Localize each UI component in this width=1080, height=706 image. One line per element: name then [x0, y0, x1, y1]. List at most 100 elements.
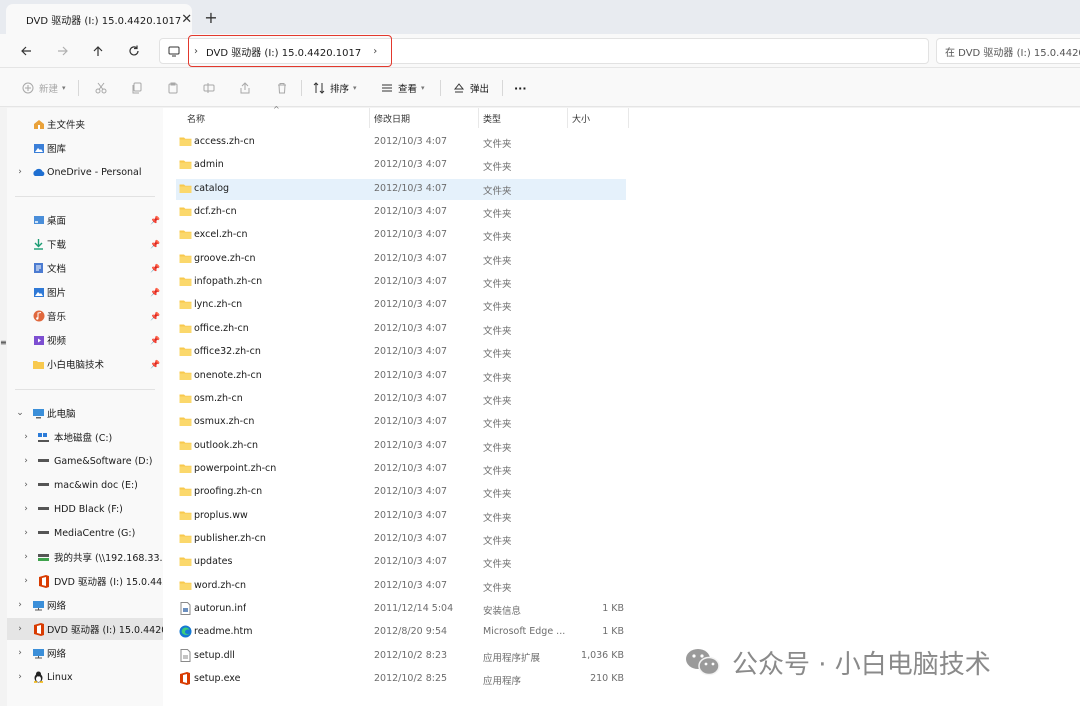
folder-icon — [32, 358, 45, 370]
column-header-date[interactable]: 修改日期 — [374, 112, 410, 125]
sidebar-item-network-share[interactable]: › 我的共享 (\\192.168.33.19 — [7, 546, 163, 568]
chevron-right-icon[interactable]: › — [21, 456, 31, 466]
sidebar-item-desktop[interactable]: 桌面 📌 — [7, 209, 163, 231]
more-options-icon[interactable]: ··· — [514, 77, 527, 99]
column-divider[interactable] — [628, 108, 629, 128]
file-row[interactable]: excel.zh-cn 2012/10/3 4:07 文件夹 — [176, 225, 626, 246]
sidebar-item-gallery[interactable]: 图库 — [7, 137, 163, 159]
sidebar-item-dvd-selected[interactable]: › DVD 驱动器 (I:) 15.0.4420.1 — [7, 618, 163, 640]
new-button[interactable]: 新建 ▾ — [22, 77, 66, 99]
paste-button[interactable] — [167, 77, 184, 99]
chevron-right-icon[interactable]: › — [21, 528, 31, 538]
cut-button[interactable] — [95, 77, 112, 99]
file-row[interactable]: dcf.zh-cn 2012/10/3 4:07 文件夹 — [176, 202, 626, 223]
chevron-right-icon[interactable]: › — [21, 480, 31, 490]
pin-icon[interactable]: 📌 — [150, 288, 160, 297]
file-row[interactable]: proplus.ww 2012/10/3 4:07 文件夹 — [176, 506, 626, 527]
search-input[interactable]: 在 DVD 驱动器 (I:) 15.0.4420.1017 — [936, 38, 1080, 64]
file-row[interactable]: infopath.zh-cn 2012/10/3 4:07 文件夹 — [176, 272, 626, 293]
chevron-right-icon[interactable]: › — [15, 672, 25, 682]
column-header-type[interactable]: 类型 — [483, 112, 501, 125]
column-divider[interactable] — [567, 108, 568, 128]
file-row[interactable]: word.zh-cn 2012/10/3 4:07 文件夹 — [176, 576, 626, 597]
pin-icon[interactable]: 📌 — [150, 336, 160, 345]
rename-button[interactable] — [203, 77, 220, 99]
chevron-right-icon[interactable]: › — [15, 600, 25, 610]
file-name: outlook.zh-cn — [194, 439, 259, 451]
column-divider[interactable] — [478, 108, 479, 128]
file-type: 文件夹 — [483, 582, 512, 594]
view-button[interactable]: 查看 ▾ — [381, 77, 425, 99]
file-row[interactable]: setup.exe 2012/10/2 8:25 应用程序 210 KB — [176, 669, 626, 690]
delete-button[interactable] — [276, 77, 293, 99]
file-row[interactable]: powerpoint.zh-cn 2012/10/3 4:07 文件夹 — [176, 459, 626, 480]
sidebar-item-documents[interactable]: 文档 📌 — [7, 257, 163, 279]
arrow-right-icon — [58, 46, 68, 56]
sort-button[interactable]: 排序 ▾ — [313, 77, 357, 99]
chevron-right-icon[interactable]: › — [21, 504, 31, 514]
pin-icon[interactable]: 📌 — [150, 240, 160, 249]
pin-icon[interactable]: 📌 — [150, 264, 160, 273]
chevron-right-icon[interactable]: › — [15, 624, 25, 634]
sidebar-item-videos[interactable]: 视频 📌 — [7, 329, 163, 351]
chevron-right-icon[interactable]: › — [15, 167, 25, 177]
file-row[interactable]: setup.dll 2012/10/2 8:23 应用程序扩展 1,036 KB — [176, 646, 626, 667]
sidebar-item-drive-g[interactable]: › MediaCentre (G:) — [7, 522, 163, 544]
forward-button[interactable] — [51, 39, 75, 63]
copy-button[interactable] — [131, 77, 148, 99]
file-row[interactable]: lync.zh-cn 2012/10/3 4:07 文件夹 — [176, 295, 626, 316]
sidebar-item-network-2[interactable]: › 网络 — [7, 642, 163, 664]
file-row[interactable]: publisher.zh-cn 2012/10/3 4:07 文件夹 — [176, 529, 626, 550]
sidebar-item-this-pc[interactable]: ⌄ 此电脑 — [7, 402, 163, 424]
sidebar-item-drive-f[interactable]: › HDD Black (F:) — [7, 498, 163, 520]
pin-icon[interactable]: 📌 — [150, 216, 160, 225]
sidebar-item-dvd-sub[interactable]: › DVD 驱动器 (I:) 15.0.4420 — [7, 570, 163, 592]
pin-icon[interactable]: 📌 — [150, 360, 160, 369]
file-row[interactable]: osmux.zh-cn 2012/10/3 4:07 文件夹 — [176, 412, 626, 433]
column-header-size[interactable]: 大小 — [572, 112, 590, 125]
sidebar-item-network[interactable]: › 网络 — [7, 594, 163, 616]
column-divider[interactable] — [369, 108, 370, 128]
sidebar-item-xiaobai[interactable]: 小白电脑技术 📌 — [7, 353, 163, 375]
sidebar-item-drive-e[interactable]: › mac&win doc (E:) — [7, 474, 163, 496]
back-button[interactable] — [14, 39, 38, 63]
eject-button[interactable]: 弹出 — [453, 77, 489, 99]
sidebar-item-home[interactable]: 主文件夹 — [7, 113, 163, 135]
pin-icon[interactable]: 📌 — [150, 312, 160, 321]
file-row[interactable]: groove.zh-cn 2012/10/3 4:07 文件夹 — [176, 249, 626, 270]
chevron-right-icon[interactable]: › — [21, 552, 31, 562]
up-button[interactable] — [86, 39, 110, 63]
refresh-button[interactable] — [122, 39, 146, 63]
file-row[interactable]: osm.zh-cn 2012/10/3 4:07 文件夹 — [176, 389, 626, 410]
sidebar-item-pictures[interactable]: 图片 📌 — [7, 281, 163, 303]
file-type: 文件夹 — [483, 512, 512, 524]
chevron-down-icon[interactable]: ⌄ — [15, 408, 25, 418]
file-row[interactable]: access.zh-cn 2012/10/3 4:07 文件夹 — [176, 132, 626, 153]
sidebar-item-drive-d[interactable]: › Game&Software (D:) — [7, 450, 163, 472]
file-row[interactable]: office32.zh-cn 2012/10/3 4:07 文件夹 — [176, 342, 626, 363]
file-row[interactable]: admin 2012/10/3 4:07 文件夹 — [176, 155, 626, 176]
chevron-right-icon[interactable]: › — [15, 648, 25, 658]
tab-dvd-drive[interactable]: DVD 驱动器 (I:) 15.0.4420.1017 ✕ — [6, 4, 192, 34]
file-row[interactable]: onenote.zh-cn 2012/10/3 4:07 文件夹 — [176, 366, 626, 387]
file-date: 2012/10/3 4:07 — [374, 556, 448, 568]
file-row[interactable]: autorun.inf 2011/12/14 5:04 安装信息 1 KB — [176, 599, 626, 620]
chevron-right-icon[interactable]: › — [21, 432, 31, 442]
address-bar[interactable]: › DVD 驱动器 (I:) 15.0.4420.1017 › — [159, 35, 929, 67]
sidebar-item-linux[interactable]: › Linux — [7, 666, 163, 688]
file-row[interactable]: catalog 2012/10/3 4:07 文件夹 — [176, 178, 626, 200]
sidebar-item-downloads[interactable]: 下载 📌 — [7, 233, 163, 255]
file-row[interactable]: updates 2012/10/3 4:07 文件夹 — [176, 552, 626, 573]
close-icon[interactable]: ✕ — [181, 12, 192, 27]
file-row[interactable]: office.zh-cn 2012/10/3 4:07 文件夹 — [176, 319, 626, 340]
column-header-name[interactable]: 名称 — [187, 112, 205, 125]
file-row[interactable]: proofing.zh-cn 2012/10/3 4:07 文件夹 — [176, 482, 626, 503]
new-tab-button[interactable]: + — [202, 8, 220, 27]
sidebar-item-onedrive[interactable]: › OneDrive - Personal — [7, 161, 163, 183]
file-row[interactable]: outlook.zh-cn 2012/10/3 4:07 文件夹 — [176, 436, 626, 457]
chevron-right-icon[interactable]: › — [21, 576, 31, 586]
sidebar-item-drive-c[interactable]: › 本地磁盘 (C:) — [7, 426, 163, 448]
share-button[interactable] — [239, 77, 256, 99]
file-row[interactable]: readme.htm 2012/8/20 9:54 Microsoft Edge .… — [176, 622, 626, 643]
sidebar-item-music[interactable]: 音乐 📌 — [7, 305, 163, 327]
